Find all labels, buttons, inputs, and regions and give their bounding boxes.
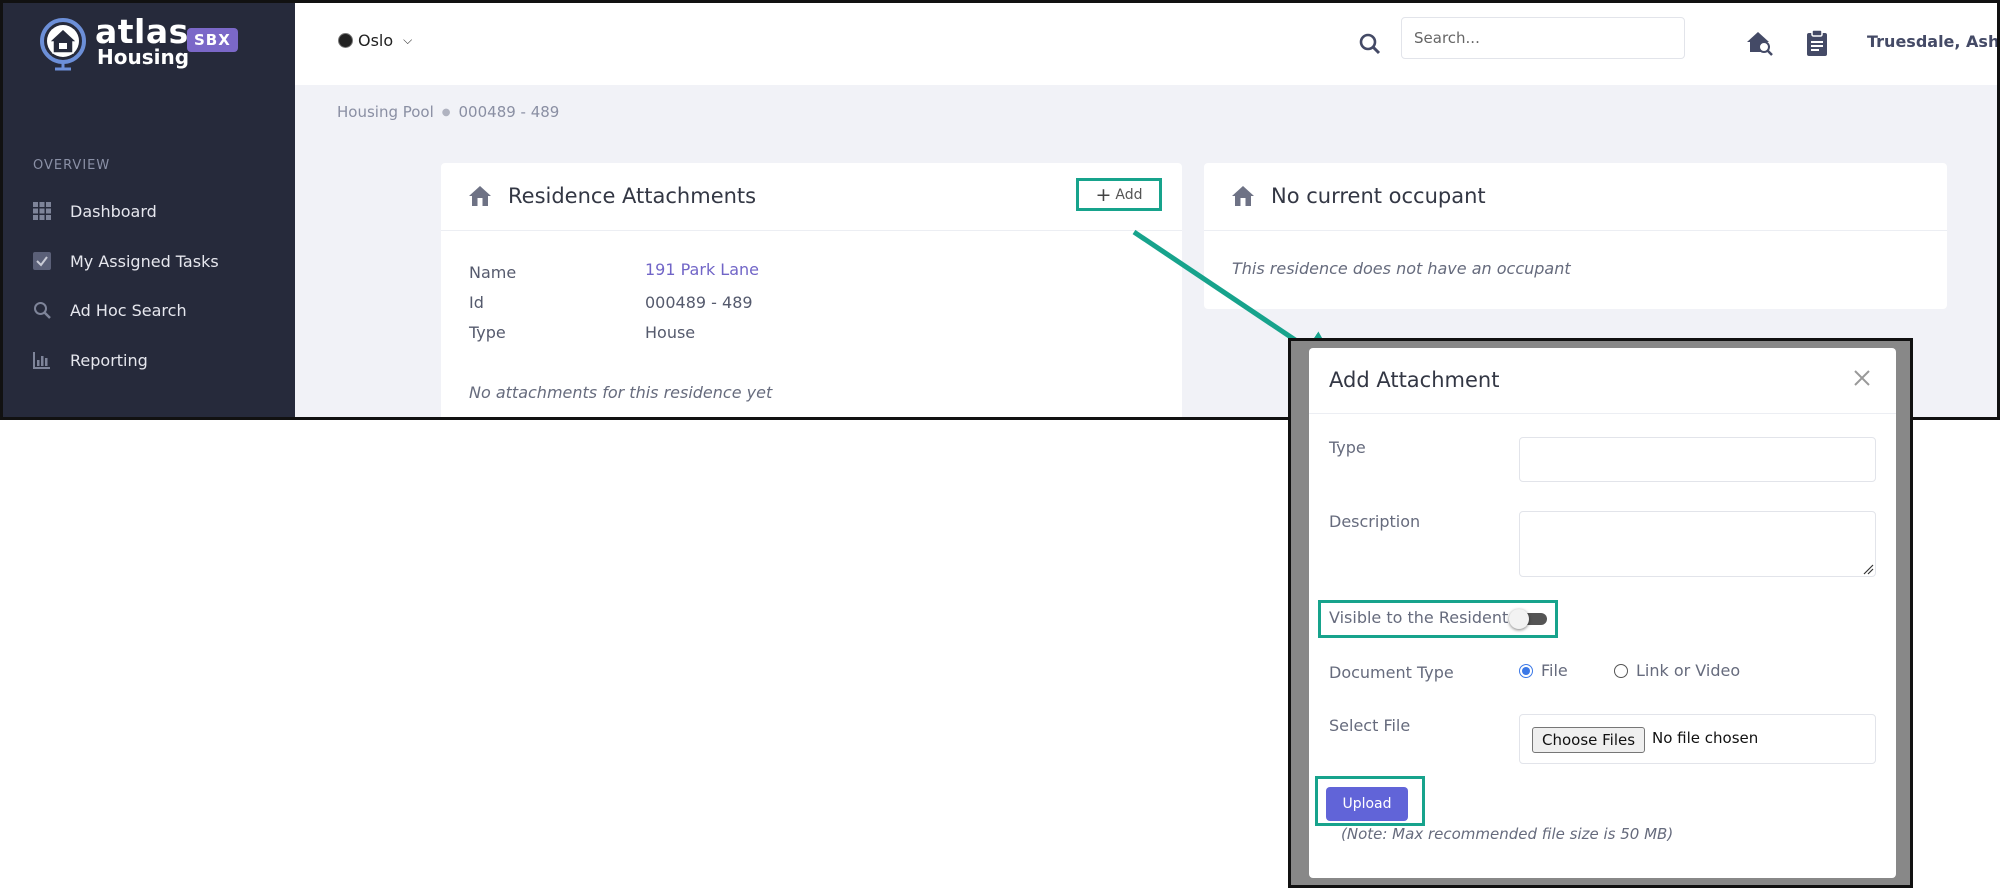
sidebar-item-label: Dashboard: [70, 201, 157, 221]
card-header: No current occupant: [1204, 163, 1947, 231]
visible-to-resident-toggle[interactable]: [1509, 609, 1549, 629]
add-button-label: Add: [1115, 186, 1143, 203]
no-file-text: No file chosen: [1652, 729, 1759, 747]
visible-to-resident-field: Visible to the Resident: [1318, 600, 1558, 638]
residence-name-link[interactable]: 191 Park Lane: [645, 260, 759, 279]
file-size-note: (Note: Max recommended file size is 50 M…: [1341, 825, 1674, 843]
house-icon: [469, 186, 491, 206]
add-attachment-modal: Add Attachment Type Description Visible …: [1309, 348, 1896, 878]
sidebar-item-dashboard[interactable]: Dashboard: [33, 196, 157, 226]
search-button[interactable]: [1355, 29, 1385, 59]
type-label: Type: [1329, 438, 1366, 457]
residence-type-value: House: [645, 323, 696, 342]
plus-icon: +: [1095, 183, 1112, 206]
empty-attachments-text: No attachments for this residence yet: [469, 383, 773, 402]
user-menu[interactable]: Truesdale, Ashley: [1867, 32, 1997, 51]
breadcrumb-parent[interactable]: Housing Pool: [337, 103, 434, 121]
field-label-type: Type: [469, 323, 506, 342]
doc-type-file-radio[interactable]: File: [1519, 661, 1568, 680]
description-label: Description: [1329, 512, 1421, 531]
close-icon[interactable]: [1852, 368, 1872, 388]
house-globe-logo-icon: [40, 18, 86, 71]
brand-product: Housing: [97, 45, 190, 69]
check-square-icon: [33, 252, 51, 270]
modal-header: Add Attachment: [1309, 348, 1896, 414]
location-dot-icon: [339, 34, 352, 47]
sidebar-item-reporting[interactable]: Reporting: [33, 345, 148, 375]
search-icon: [1359, 33, 1381, 55]
radio-unselected-icon: [1614, 663, 1628, 678]
brand-logo[interactable]: atlas Housing SBX: [37, 13, 267, 75]
location-selector[interactable]: Oslo ⌵: [339, 31, 412, 50]
env-badge: SBX: [187, 28, 238, 52]
breadcrumb-current: 000489 - 489: [458, 103, 560, 121]
sidebar: atlas Housing SBX OVERVIEW Dashboard My …: [3, 3, 295, 417]
breadcrumb-separator-icon: ●: [441, 106, 451, 118]
sidebar-item-my-assigned-tasks[interactable]: My Assigned Tasks: [33, 246, 219, 276]
document-type-label: Document Type: [1329, 663, 1454, 682]
bar-chart-icon: [33, 351, 51, 369]
field-label-name: Name: [469, 263, 517, 282]
house-icon: [1232, 186, 1254, 206]
card-title: Residence Attachments: [508, 184, 757, 208]
search-icon: [33, 301, 51, 319]
select-file-label: Select File: [1329, 716, 1411, 735]
search-input[interactable]: [1401, 17, 1685, 59]
card-title: No current occupant: [1271, 184, 1486, 208]
field-label-id: Id: [469, 293, 484, 312]
modal-title: Add Attachment: [1329, 368, 1500, 392]
visible-to-resident-label: Visible to the Resident: [1329, 608, 1509, 627]
residence-attachments-card: Residence Attachments + Add Name 191 Par…: [441, 163, 1182, 417]
chevron-down-icon: ⌵: [403, 33, 413, 47]
resize-handle-icon[interactable]: [1863, 564, 1874, 575]
doc-type-link-radio[interactable]: Link or Video: [1614, 661, 1740, 680]
breadcrumb: Housing Pool ● 000489 - 489: [337, 103, 559, 121]
nav-section-overview: OVERVIEW: [33, 158, 111, 173]
sidebar-item-label: Ad Hoc Search: [70, 300, 187, 320]
radio-label: Link or Video: [1636, 661, 1741, 680]
location-label: Oslo: [358, 31, 394, 50]
house-search-icon[interactable]: [1745, 29, 1773, 57]
residence-id-value: 000489 - 489: [645, 293, 753, 312]
radio-selected-icon: [1519, 663, 1533, 678]
description-textarea[interactable]: [1519, 511, 1876, 577]
topbar: Oslo ⌵ Truesdale, Ashley: [295, 3, 1997, 85]
choose-files-button[interactable]: Choose Files: [1532, 727, 1646, 753]
clipboard-icon[interactable]: [1805, 29, 1829, 57]
add-attachment-button[interactable]: + Add: [1076, 178, 1162, 211]
sidebar-item-ad-hoc-search[interactable]: Ad Hoc Search: [33, 295, 187, 325]
sidebar-item-label: Reporting: [70, 350, 148, 370]
radio-label: File: [1541, 661, 1568, 680]
upload-button[interactable]: Upload: [1326, 787, 1408, 821]
grid-icon: [33, 202, 51, 220]
upload-highlight: Upload: [1315, 776, 1425, 826]
sidebar-item-label: My Assigned Tasks: [70, 251, 219, 271]
file-input: Choose Files No file chosen: [1519, 714, 1876, 764]
type-input[interactable]: [1519, 437, 1876, 482]
modal-overlay: Add Attachment Type Description Visible …: [1288, 338, 1913, 888]
toggle-knob: [1509, 609, 1529, 629]
card-header: Residence Attachments + Add: [441, 163, 1182, 231]
